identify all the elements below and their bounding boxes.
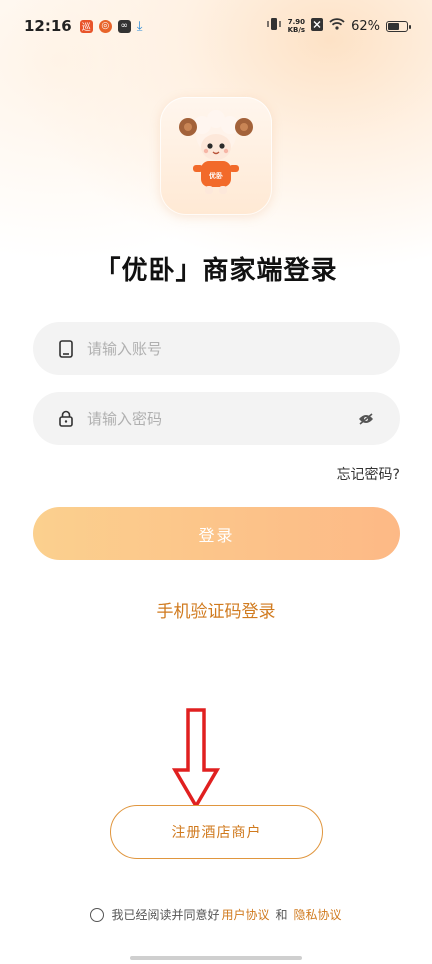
sms-login-link[interactable]: 手机验证码登录 (0, 597, 432, 622)
battery-percent: 62% (351, 18, 380, 34)
register-hotel-button[interactable]: 注册酒店商户 (110, 805, 323, 859)
home-indicator[interactable] (130, 956, 302, 960)
app-notification-icon-2: ◎ (98, 19, 112, 33)
download-icon: ⤓ (136, 18, 143, 34)
red-arrow-icon (172, 708, 220, 808)
battery-icon (386, 20, 411, 32)
net-speed: 7.90 KB/s (287, 18, 306, 34)
privacy-agreement-link[interactable]: 隐私协议 (294, 906, 342, 923)
phone-icon (57, 339, 75, 358)
account-field[interactable] (33, 322, 400, 375)
password-input[interactable] (87, 409, 356, 428)
page-title: 「优卧」商家端登录 (94, 256, 338, 286)
wifi-icon (329, 18, 345, 34)
vibrate-icon (266, 17, 282, 35)
password-field[interactable] (33, 392, 400, 445)
app-notification-icon-3: ∞ (117, 19, 131, 33)
no-sim-icon (311, 17, 324, 35)
status-bar: 12:16 巡 ◎ ∞ ⤓ 7.90 KB/s 62% (0, 0, 432, 52)
agreement-checkbox[interactable] (90, 907, 105, 922)
user-agreement-link[interactable]: 用户协议 (221, 906, 269, 923)
login-button[interactable]: 登录 (33, 507, 400, 560)
forgot-password-link[interactable]: 忘记密码? (337, 464, 400, 484)
app-notification-icon: 巡 (79, 19, 93, 33)
agreement-and: 和 (275, 908, 288, 922)
status-time: 12:16 (24, 17, 72, 35)
eye-hidden-icon[interactable] (356, 409, 376, 429)
lock-icon (57, 410, 75, 428)
agreement-prefix: 我已经阅读并同意好 (111, 908, 220, 922)
account-input[interactable] (87, 339, 376, 358)
mascot-logo: 优卧 (160, 97, 272, 215)
mascot-shirt-text: 优卧 (209, 171, 223, 180)
agreement-row: 我已经阅读并同意好 用户协议 和 隐私协议 (0, 906, 432, 923)
